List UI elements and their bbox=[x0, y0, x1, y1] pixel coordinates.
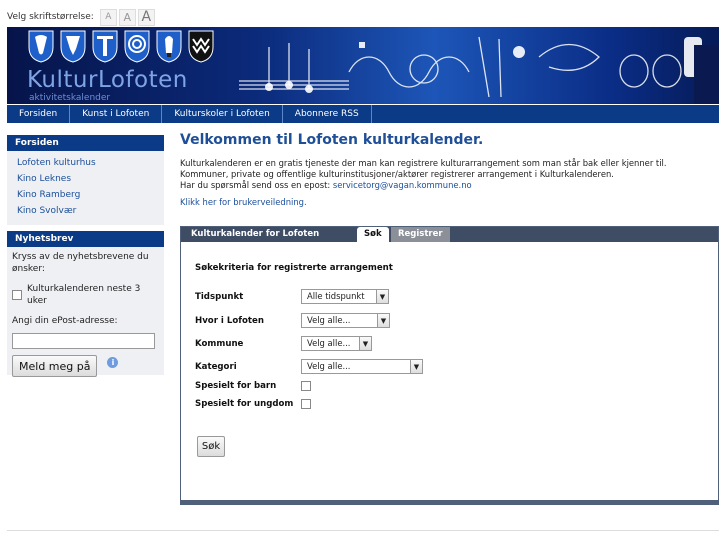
newsletter-checkbox-label: Kulturkalenderen neste 3 uker bbox=[27, 284, 141, 306]
contact-text: Har du spørsmål send oss en epost: bbox=[180, 180, 331, 190]
tab-registrer[interactable]: Registrer bbox=[391, 227, 450, 242]
newsletter-body: Kryss av de nyhetsbrevene du ønsker: Kul… bbox=[7, 247, 164, 377]
newsletter-intro: Kryss av de nyhetsbrevene du ønsker: bbox=[12, 252, 149, 274]
kommune-select[interactable]: Velg alle... ▼ bbox=[301, 336, 372, 351]
newsletter-title: Nyhetsbrev bbox=[7, 231, 164, 247]
sidebar-newsletter: Nyhetsbrev Kryss av de nyhetsbrevene du … bbox=[7, 231, 164, 377]
subscribe-button[interactable]: Meld meg på bbox=[12, 355, 98, 377]
field-row-tidspunkt: Tidspunkt Alle tidspunkt ▼ bbox=[195, 289, 389, 304]
tidspunkt-select[interactable]: Alle tidspunkt ▼ bbox=[301, 289, 389, 304]
hvor-value: Velg alle... bbox=[307, 315, 351, 325]
field-row-kommune: Kommune Velg alle... ▼ bbox=[195, 336, 372, 351]
main-content: Velkommen til Lofoten kulturkalender. Ku… bbox=[180, 132, 720, 207]
font-size-bar: Velg skriftstørrelse: A A A bbox=[7, 8, 157, 26]
newsletter-checkbox[interactable] bbox=[12, 290, 22, 300]
coat-of-arms-icon bbox=[59, 29, 87, 63]
nav-item-rss[interactable]: Abonnere RSS bbox=[283, 105, 372, 123]
user-guide-link[interactable]: Klikk her for brukerveiledning. bbox=[180, 197, 720, 207]
chevron-down-icon: ▼ bbox=[410, 360, 422, 373]
font-size-medium-button[interactable]: A bbox=[118, 8, 136, 26]
sidebar-item-lofoten-kulturhus[interactable]: Lofoten kulturhus bbox=[7, 155, 164, 171]
intro-text: Kulturkalenderen er en gratis tjeneste d… bbox=[180, 158, 720, 191]
search-panel-title: Kulturkalender for Lofoten bbox=[191, 229, 320, 239]
newsletter-option: Kulturkalenderen neste 3 uker bbox=[12, 283, 159, 307]
email-label: Angi din ePost-adresse: bbox=[12, 316, 118, 326]
newsletter-submit-row: Meld meg på i bbox=[12, 355, 159, 377]
ungdom-checkbox[interactable] bbox=[301, 399, 311, 409]
search-panel-header: Kulturkalender for Lofoten Søk Registrer bbox=[181, 227, 718, 242]
kommune-label: Kommune bbox=[195, 338, 244, 349]
sidebar-forsiden-list: Lofoten kulturhus Kino Leknes Kino Rambe… bbox=[7, 151, 164, 225]
font-size-small-button[interactable]: A bbox=[99, 8, 117, 26]
barn-label: Spesielt for barn bbox=[195, 381, 277, 391]
chevron-down-icon: ▼ bbox=[377, 314, 389, 327]
intro-line-2: Kommuner, private og offentlige kulturin… bbox=[180, 169, 614, 179]
chevron-down-icon: ▼ bbox=[359, 337, 371, 350]
search-panel: Kulturkalender for Lofoten Søk Registrer… bbox=[180, 226, 719, 505]
hvor-label: Hvor i Lofoten bbox=[195, 315, 264, 326]
info-icon[interactable]: i bbox=[107, 356, 119, 368]
site-banner: KulturLofoten aktivitetskalender bbox=[7, 27, 719, 104]
culture-collage-image bbox=[239, 36, 719, 104]
coat-of-arms-icon bbox=[187, 29, 215, 63]
footer-divider bbox=[7, 530, 719, 531]
kategori-value: Velg alle... bbox=[307, 361, 351, 371]
site-logo-title[interactable]: KulturLofoten bbox=[27, 67, 188, 93]
tab-sok[interactable]: Søk bbox=[357, 227, 389, 242]
nav-item-forsiden[interactable]: Forsiden bbox=[7, 105, 71, 123]
contact-email-link[interactable]: servicetorg@vagan.kommune.no bbox=[333, 180, 472, 190]
search-button[interactable]: Søk bbox=[197, 436, 225, 457]
hvor-select[interactable]: Velg alle... ▼ bbox=[301, 313, 390, 328]
kategori-label: Kategori bbox=[195, 361, 237, 372]
barn-checkbox[interactable] bbox=[301, 381, 311, 391]
kommune-value: Velg alle... bbox=[307, 338, 351, 348]
nav-item-kulturskoler[interactable]: Kulturskoler i Lofoten bbox=[162, 105, 283, 123]
chevron-down-icon: ▼ bbox=[376, 290, 388, 303]
field-row-hvor: Hvor i Lofoten Velg alle... ▼ bbox=[195, 313, 390, 328]
sidebar-forsiden: Forsiden Lofoten kulturhus Kino Leknes K… bbox=[7, 135, 164, 225]
tidspunkt-value: Alle tidspunkt bbox=[307, 291, 365, 301]
intro-line-1: Kulturkalenderen er en gratis tjeneste d… bbox=[180, 158, 667, 168]
intro-line-3: Har du spørsmål send oss en epost: servi… bbox=[180, 180, 720, 191]
field-row-ungdom: Spesielt for ungdom bbox=[195, 399, 316, 409]
ungdom-label: Spesielt for ungdom bbox=[195, 399, 294, 409]
main-nav: Forsiden Kunst i Lofoten Kulturskoler i … bbox=[7, 105, 719, 123]
coat-of-arms-icon bbox=[155, 29, 183, 63]
sidebar-item-kino-ramberg[interactable]: Kino Ramberg bbox=[7, 187, 164, 203]
municipality-shields bbox=[27, 29, 215, 63]
coat-of-arms-icon bbox=[123, 29, 151, 63]
field-row-kategori: Kategori Velg alle... ▼ bbox=[195, 359, 423, 374]
search-form-title: Søkekriteria for registrerte arrangement bbox=[195, 263, 393, 273]
coat-of-arms-icon bbox=[91, 29, 119, 63]
coat-of-arms-icon bbox=[27, 29, 55, 63]
font-size-large-button[interactable]: A bbox=[137, 8, 155, 26]
site-logo-subtitle: aktivitetskalender bbox=[29, 93, 111, 103]
nav-item-kunst[interactable]: Kunst i Lofoten bbox=[70, 105, 163, 123]
kategori-select[interactable]: Velg alle... ▼ bbox=[301, 359, 423, 374]
sidebar-item-kino-leknes[interactable]: Kino Leknes bbox=[7, 171, 164, 187]
sidebar-item-kino-svolvaer[interactable]: Kino Svolvær bbox=[7, 203, 164, 219]
font-size-label: Velg skriftstørrelse: bbox=[7, 12, 94, 22]
sidebar-forsiden-title[interactable]: Forsiden bbox=[7, 135, 164, 151]
email-field[interactable] bbox=[12, 333, 155, 349]
page-title: Velkommen til Lofoten kulturkalender. bbox=[180, 132, 484, 148]
field-row-barn: Spesielt for barn bbox=[195, 381, 316, 391]
tidspunkt-label: Tidspunkt bbox=[195, 291, 244, 302]
search-form: Søkekriteria for registrerte arrangement… bbox=[195, 263, 423, 409]
